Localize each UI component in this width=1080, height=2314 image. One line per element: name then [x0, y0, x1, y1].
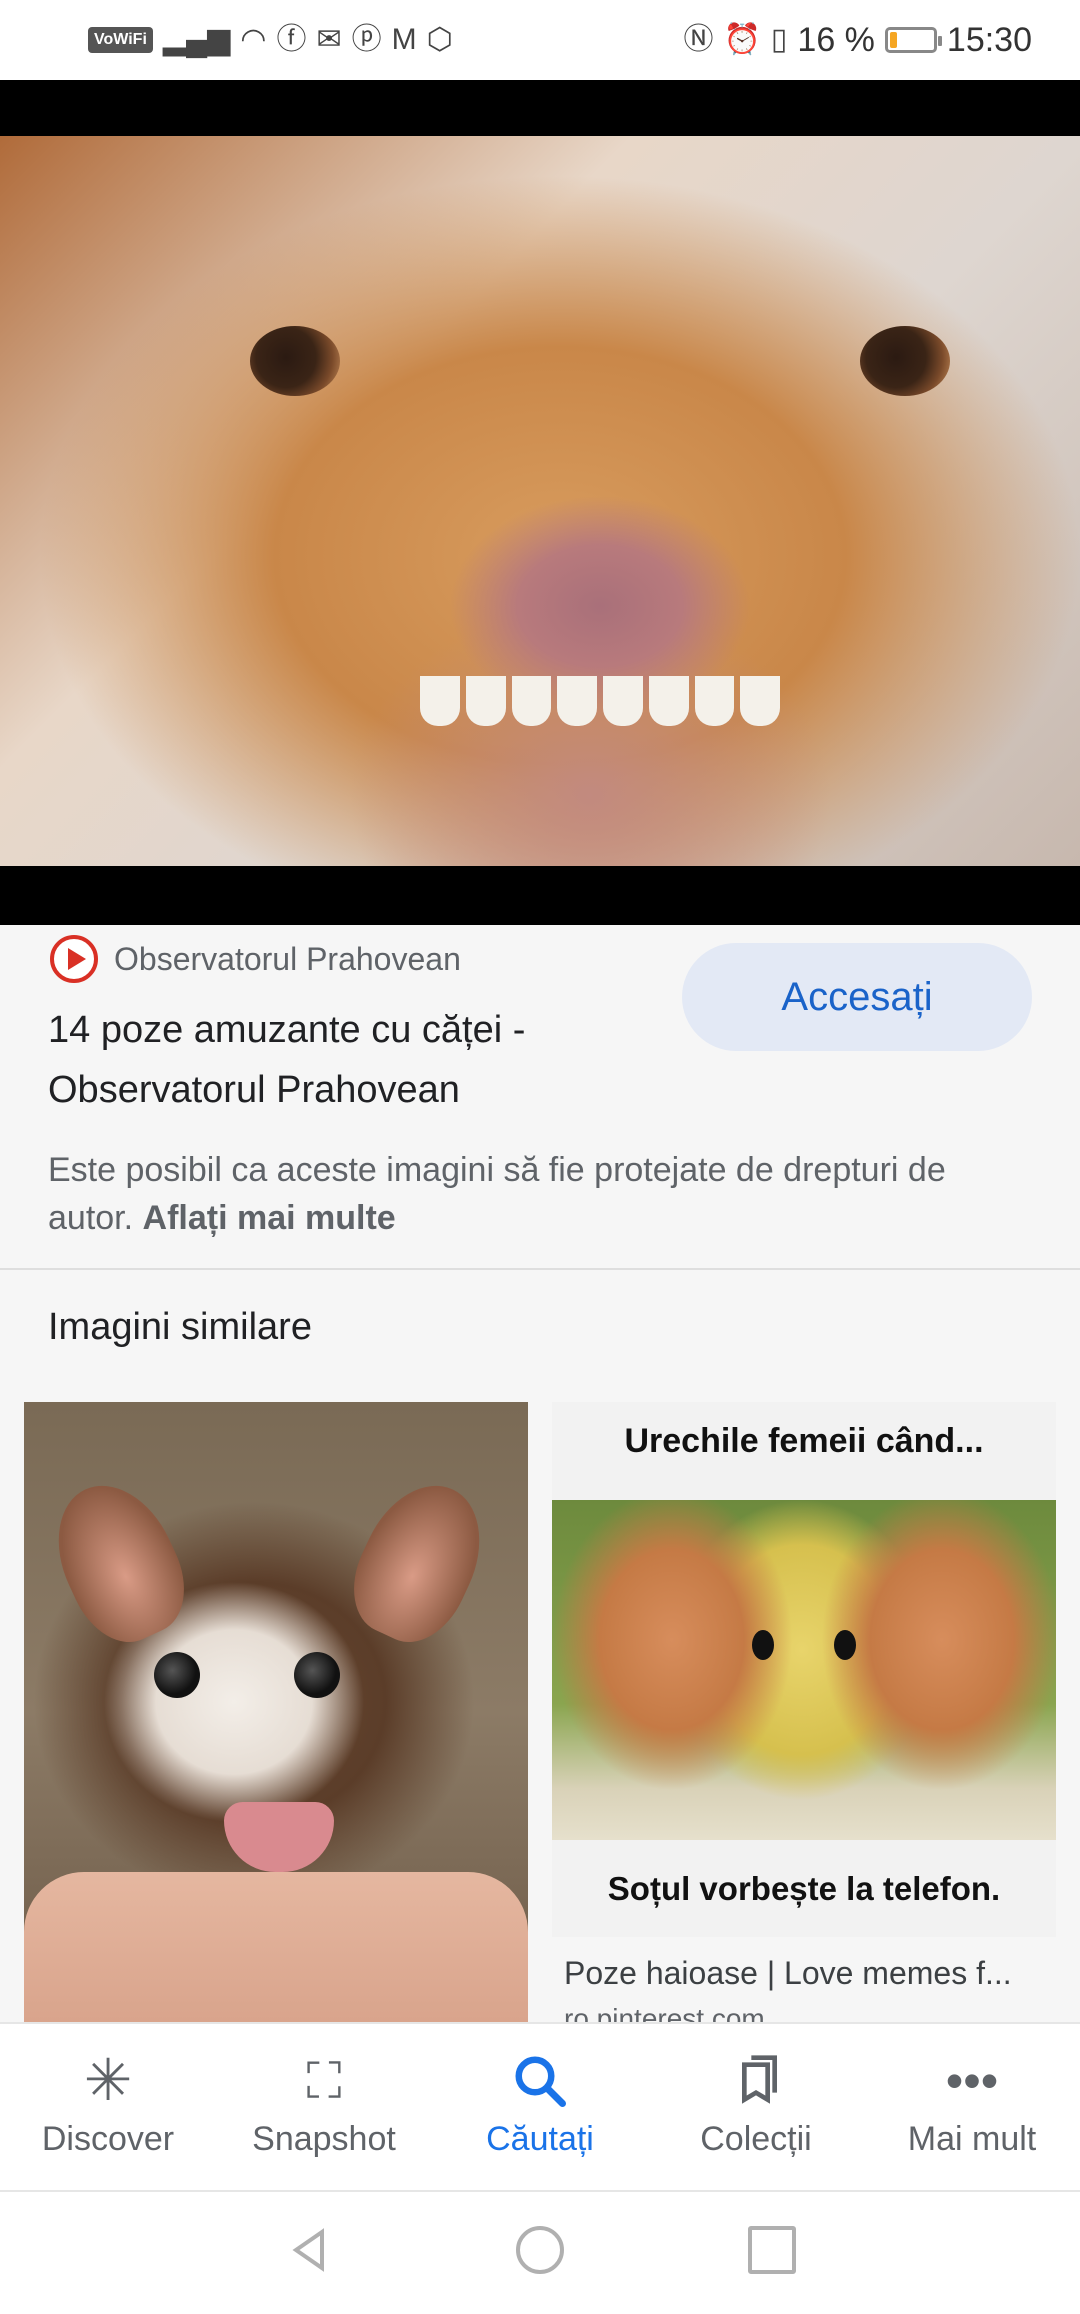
clock: 15:30: [946, 20, 1032, 59]
visit-button[interactable]: Accesați: [682, 943, 1032, 1051]
home-icon[interactable]: [516, 2226, 564, 2274]
wifi-icon: ◠: [240, 23, 267, 56]
similar-image-source: ro.pinterest.com: [564, 2003, 765, 2023]
thumb-dog-eye-left: [154, 1652, 200, 1698]
dog-teeth: [420, 676, 780, 726]
similar-image-chihuahua[interactable]: [24, 1402, 528, 2022]
battery-fill: [889, 32, 898, 48]
result-title[interactable]: 14 poze amuzante cu căței - Observatorul…: [48, 1000, 648, 1120]
main-image-viewer[interactable]: [0, 80, 1080, 925]
dog-eye-left: [250, 326, 340, 396]
nav-more-label: Mai mult: [907, 2120, 1037, 2158]
meme-eye-left: [752, 1630, 774, 1660]
similar-image-caption[interactable]: Poze haioase | Love memes f...: [564, 1955, 1044, 1992]
facebook-icon: ⓕ: [276, 23, 307, 56]
gmail-icon: M: [391, 23, 417, 56]
pinterest-icon: ⓟ: [351, 23, 382, 56]
alarm-icon: ⏰: [723, 23, 761, 56]
bottom-navigation: ✳ Discover ⛶ Snapshot Căutați Colecții •…: [0, 2022, 1080, 2192]
system-navigation: [0, 2190, 1080, 2314]
nav-discover-label: Discover: [41, 2120, 175, 2158]
copyright-notice: Este posibil ca aceste imagini să fie pr…: [48, 1146, 1038, 1242]
vibrate-icon: ▯: [770, 23, 788, 56]
thumb-dog-ear-right: [335, 1466, 503, 1658]
snapshot-icon: ⛶: [306, 2053, 342, 2109]
learn-more-link[interactable]: Aflați mai multe: [143, 1199, 396, 1237]
asterisk-icon: ✳: [83, 2048, 133, 2113]
nfc-icon: Ⓝ: [683, 23, 714, 56]
thumb-dog-eye-right: [294, 1652, 340, 1698]
collections-icon: [728, 2046, 784, 2116]
source-logo-icon: [50, 935, 98, 983]
main-image-smiling-dog[interactable]: [0, 136, 1080, 866]
status-left: VoWiFi ▂▄▆ ◠ ⓕ ✉ ⓟ M ⬡: [88, 18, 453, 62]
signal-icon: ▂▄▆: [162, 23, 231, 56]
vowifi-badge: VoWiFi: [88, 27, 153, 53]
thumb-hands: [24, 1872, 528, 2022]
similar-images-heading: Imagini similare: [48, 1306, 312, 1348]
meme-picture: [552, 1500, 1056, 1840]
source-name: Observatorul Prahovean: [114, 940, 461, 977]
source-row[interactable]: Observatorul Prahovean: [50, 935, 461, 983]
more-icon: •••: [945, 2053, 999, 2109]
thumb-dog-ear-left: [35, 1466, 203, 1658]
status-right: Ⓝ ⏰ ▯ 16 % 15:30: [684, 18, 1032, 62]
search-icon: [510, 2046, 570, 2116]
nav-search[interactable]: Căutați: [432, 2024, 648, 2192]
back-icon[interactable]: [286, 2226, 334, 2274]
meme-bottom-text: Soțul vorbește la telefon.: [607, 1870, 1001, 1907]
battery-percent: 16 %: [797, 20, 875, 59]
meme-top-text: Urechile femeii când...: [624, 1422, 984, 1460]
status-bar: VoWiFi ▂▄▆ ◠ ⓕ ✉ ⓟ M ⬡ Ⓝ ⏰ ▯ 16 % 15:30: [0, 0, 1080, 80]
mail-icon: ✉: [316, 23, 342, 56]
nav-collections-label: Colecții: [700, 2120, 812, 2158]
nav-snapshot-label: Snapshot: [252, 2120, 396, 2158]
recents-icon[interactable]: [748, 2226, 796, 2274]
nav-snapshot[interactable]: ⛶ Snapshot: [216, 2024, 432, 2192]
nav-collections[interactable]: Colecții: [648, 2024, 864, 2192]
nav-search-label: Căutați: [486, 2120, 594, 2158]
battery-icon: [884, 27, 942, 53]
divider: [0, 1268, 1080, 1270]
nav-discover[interactable]: ✳ Discover: [0, 2024, 216, 2192]
shield-icon: ⬡: [426, 23, 453, 56]
meme-eye-right: [834, 1630, 856, 1660]
dog-eye-right: [860, 326, 950, 396]
similar-image-meme[interactable]: Urechile femeii când... Soțul vorbește l…: [552, 1402, 1056, 1937]
nav-more[interactable]: ••• Mai mult: [864, 2024, 1080, 2192]
thumb-dog-tongue: [224, 1802, 334, 1872]
